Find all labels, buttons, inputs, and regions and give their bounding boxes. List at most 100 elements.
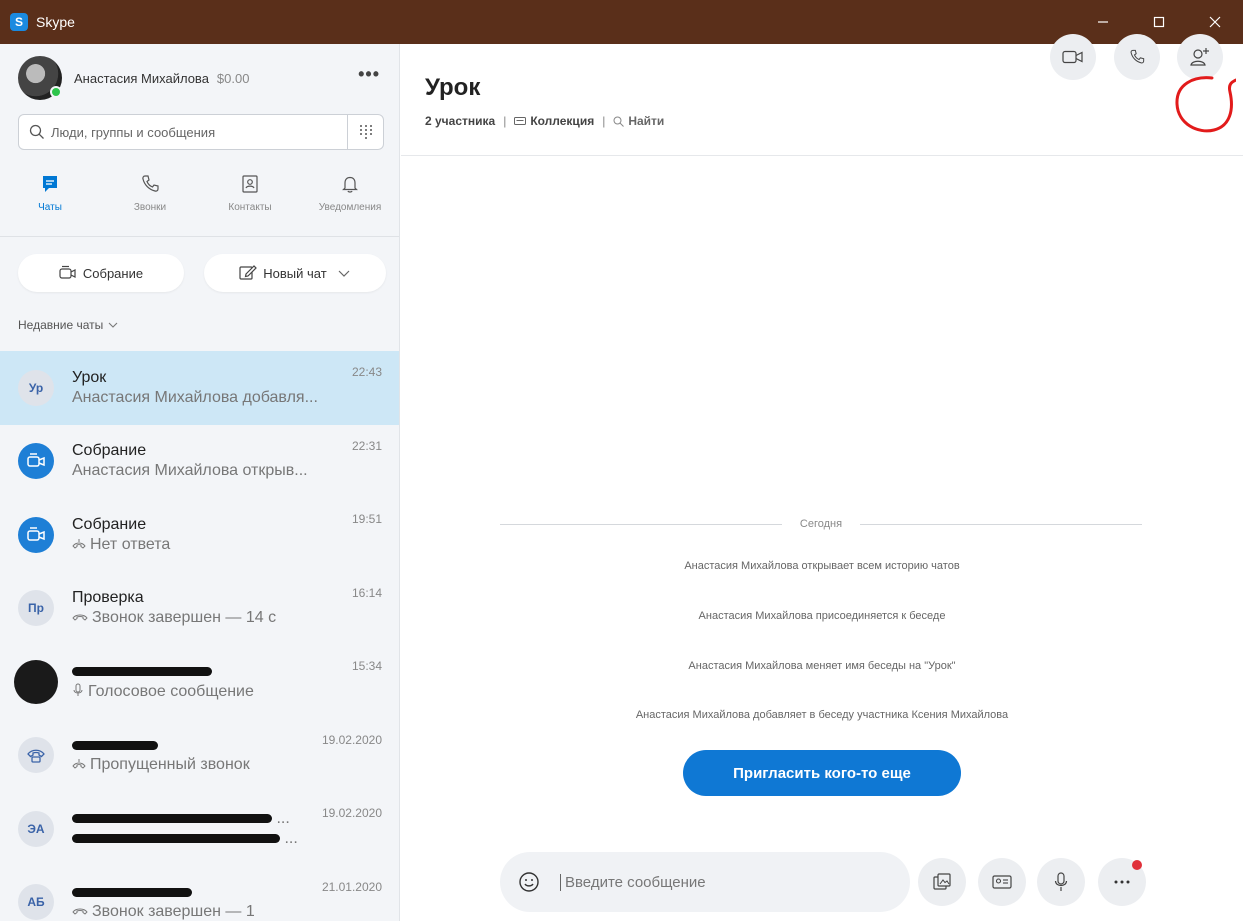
minimize-icon (1098, 21, 1108, 23)
tab-notifications[interactable]: Уведомления (300, 172, 399, 232)
chat-time: 21.01.2020 (321, 879, 382, 894)
main-nav: Чаты Звонки Контакты Уведомления (0, 172, 399, 232)
search-icon (29, 124, 44, 139)
day-separator: Сегодня (500, 516, 1143, 532)
avatar: АБ (18, 884, 54, 921)
chat-time: 19:51 (351, 512, 382, 526)
chat-time: 19.02.2020 (321, 732, 382, 747)
more-options-button[interactable]: ••• (358, 64, 380, 85)
search-input[interactable] (51, 124, 331, 140)
missed-call-icon (72, 759, 86, 769)
system-message: Анастасия Михайлова открывает всем истор… (684, 560, 960, 572)
list-item[interactable]: Голосовое сообщение 15:34 (0, 645, 399, 719)
chevron-down-icon (338, 270, 350, 277)
search-icon (613, 116, 625, 127)
chat-preview: ... (284, 829, 298, 847)
participants-link[interactable]: 2 участника (425, 114, 495, 128)
new-chat-button[interactable]: Новый чат (204, 254, 386, 292)
media-icon (933, 873, 951, 890)
chat-title: Собрание (72, 515, 147, 533)
missed-call-icon (72, 538, 86, 549)
tab-chats[interactable]: Чаты (0, 172, 100, 232)
list-item[interactable]: Пр Проверка Звонок завершен — 14 с 16:14 (0, 572, 399, 646)
gallery-label: Коллекция (530, 114, 595, 128)
profile-balance[interactable]: $0.00 (217, 71, 250, 86)
skype-logo-icon: S (10, 13, 28, 31)
meeting-button[interactable]: Собрание (18, 254, 184, 292)
avatar[interactable] (18, 56, 62, 100)
meeting-label: Собрание (82, 265, 144, 281)
phone-avatar-icon (18, 737, 54, 774)
chat-preview-redacted: ... (72, 830, 342, 848)
close-icon (1209, 16, 1221, 28)
emoji-icon[interactable] (518, 871, 540, 893)
chat-time: 15:34 (351, 659, 382, 673)
chevron-down-icon (108, 322, 118, 328)
call-ended-icon (72, 614, 88, 621)
chat-list: Ур Урок Анастасия Михайлова добавля... 2… (0, 351, 399, 921)
online-status-icon (50, 86, 62, 98)
tab-label: Чаты (38, 202, 62, 213)
dialpad-button[interactable] (347, 115, 383, 149)
chat-title: ... (276, 809, 290, 827)
video-camera-icon (1062, 50, 1083, 64)
chat-preview: Пропущенный звонок (90, 756, 250, 774)
find-link[interactable]: Найти (613, 114, 664, 128)
chat-time: 22:31 (351, 438, 382, 453)
chat-time: 22:43 (351, 365, 382, 379)
gallery-link[interactable]: Коллекция (514, 114, 594, 128)
send-contact-button[interactable] (978, 858, 1026, 906)
phone-icon (1130, 49, 1145, 64)
compose-icon (239, 265, 258, 280)
tab-contacts[interactable]: Контакты (200, 172, 300, 232)
title-bar: S Skype (0, 0, 1243, 44)
chat-title: Собрание (72, 442, 147, 460)
send-file-button[interactable] (918, 858, 966, 906)
tab-calls[interactable]: Звонки (100, 172, 200, 232)
window-controls (1075, 0, 1243, 44)
audio-call-button[interactable] (1114, 34, 1160, 80)
separator: | (602, 114, 606, 128)
more-actions-button[interactable] (1098, 858, 1146, 906)
chat-icon (43, 176, 57, 192)
video-call-icon (59, 265, 76, 279)
video-call-button[interactable] (1050, 34, 1096, 80)
recent-chats-header[interactable]: Недавние чаты (18, 318, 119, 332)
list-item[interactable]: Собрание Нет ответа 19:51 (0, 498, 399, 572)
microphone-icon (1054, 872, 1068, 891)
chat-preview: Анастасия Михайлова добавля... (72, 388, 318, 406)
chat-time: 16:14 (351, 585, 382, 600)
notification-dot-icon (1132, 860, 1142, 870)
call-ended-icon (72, 908, 88, 915)
annotation-circle-icon (1175, 76, 1236, 133)
bell-icon (342, 176, 358, 193)
invite-more-button[interactable]: Пригласить кого-то еще (683, 750, 961, 796)
page-title[interactable]: Урок (425, 74, 480, 102)
list-item[interactable]: АБ Звонок завершен — 1 21.01.2020 (0, 866, 399, 921)
chat-title-redacted (72, 736, 342, 754)
new-chat-label: Новый чат (263, 265, 327, 281)
divider (500, 523, 782, 525)
message-input[interactable] (560, 873, 860, 891)
system-message: Анастасия Михайлова присоединяется к бес… (698, 610, 946, 622)
list-item[interactable]: Пропущенный звонок 19.02.2020 (0, 719, 399, 793)
window-title: Skype (36, 14, 75, 30)
search-box[interactable] (18, 114, 384, 150)
divider (860, 523, 1143, 525)
meeting-avatar-icon (18, 516, 54, 553)
dialpad-icon (359, 125, 372, 139)
day-label: Сегодня (799, 518, 843, 530)
list-item[interactable]: Ур Урок Анастасия Михайлова добавля... 2… (0, 351, 399, 425)
system-message: Анастасия Михайлова добавляет в беседу у… (635, 709, 1009, 721)
gallery-icon (514, 117, 527, 125)
chat-preview: Звонок завершен — 1 (92, 903, 255, 921)
list-item[interactable]: ЭА ... ... 19.02.2020 (0, 792, 399, 866)
profile-header[interactable]: Анастасия Михайлова $0.00 ••• (18, 56, 388, 100)
chat-title-redacted: ... (72, 810, 342, 828)
message-composer (500, 852, 910, 912)
list-item[interactable]: Собрание Анастасия Михайлова открыв... 2… (0, 425, 399, 499)
avatar: Ур (18, 369, 54, 406)
separator: | (503, 114, 507, 128)
conversation-meta: 2 участника | Коллекция | Найти (425, 114, 664, 128)
voice-message-button[interactable] (1037, 858, 1085, 906)
